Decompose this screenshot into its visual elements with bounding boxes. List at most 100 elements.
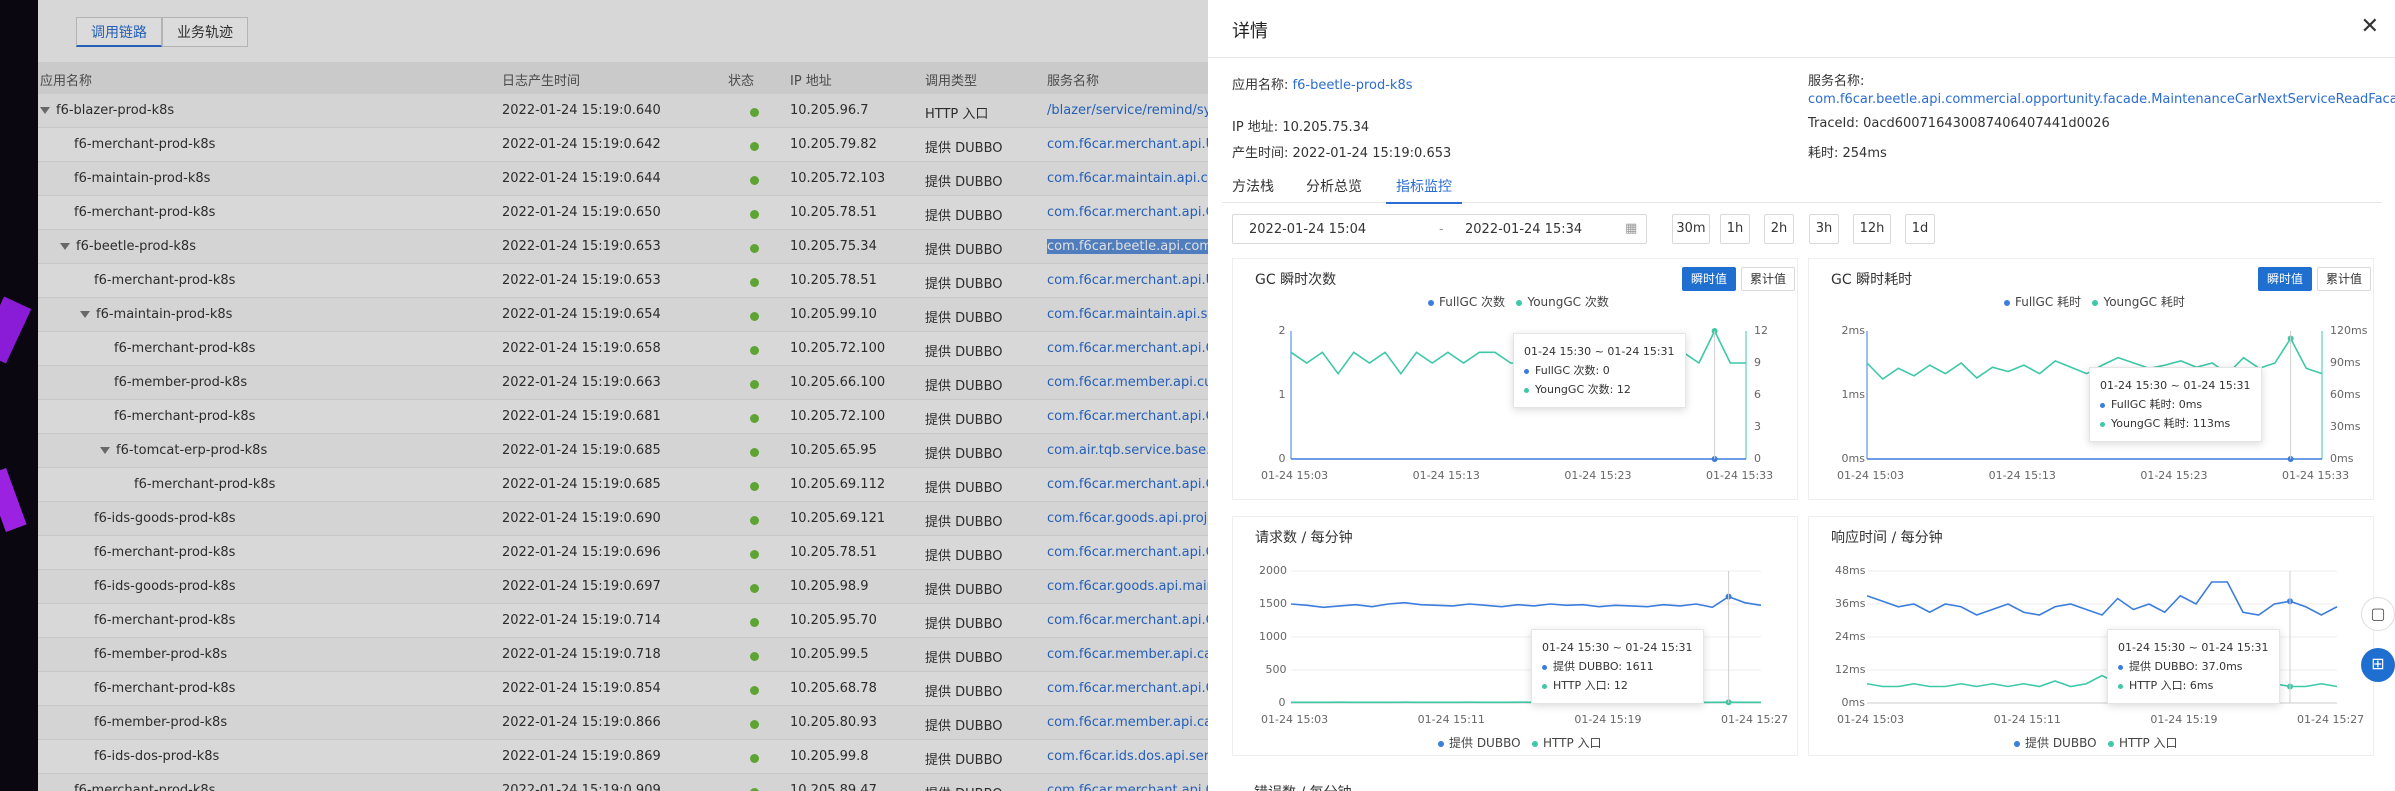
tooltip-line: YoungGC 耗时: 113ms [2100,414,2251,433]
legend-item[interactable]: 提供 DUBBO [2014,736,2097,750]
tooltip-title: 01-24 15:30 ~ 01-24 15:31 [1524,345,1675,358]
y-tick-label-right: 12 [1754,324,1768,337]
legend-item[interactable]: YoungGC 次数 [1516,295,1609,309]
legend-item[interactable]: 提供 DUBBO [1438,736,1521,750]
y-tick-label: 0ms [1841,696,1865,709]
x-tick-label: 01-24 15:27 [2297,713,2365,726]
quick-1d-button[interactable]: 1d [1905,214,1935,244]
close-icon[interactable]: ✕ [2361,14,2379,39]
tooltip-title: 01-24 15:30 ~ 01-24 15:31 [2100,379,2251,392]
y-tick-label-right: 9 [1754,356,1761,369]
quick-3h-button[interactable]: 3h [1809,214,1839,244]
legend-item[interactable]: FullGC 耗时 [2004,295,2081,309]
x-tick-label: 01-24 15:19 [2150,713,2218,726]
detail-drawer: 详情 ✕ 应用名称: f6-beetle-prod-k8s IP 地址: 10.… [1208,0,2395,791]
cumulative-value-button[interactable]: 累计值 [2317,267,2372,291]
y-tick-label-right: 90ms [2330,356,2361,369]
range-start[interactable]: 2022-01-24 15:04 [1249,222,1366,237]
chart-legend: 提供 DUBBO HTTP 入口 [1438,734,1602,751]
x-tick-label: 01-24 15:11 [1993,713,2061,726]
feedback-chat-icon[interactable]: ▢ [2361,597,2395,631]
x-tick-label: 01-24 15:03 [1261,713,1329,726]
error-count-title: 错误数 / 每分钟 [1254,782,1352,791]
cumulative-value-button[interactable]: 累计值 [1741,267,1796,291]
traceid-info: TraceId: 0acd600716430087406407441d0026 [1808,116,2110,131]
tooltip-title: 01-24 15:30 ~ 01-24 15:31 [2118,641,2269,654]
y-tick-label-right: 120ms [2330,324,2368,337]
response-time-panel: 响应时间 / 每分钟 提供 DUBBO HTTP 入口 0ms 12ms 24ms 3… [1808,516,2374,756]
chart-tooltip: 01-24 15:30 ~ 01-24 15:31 FullGC 次数: 0 You… [1513,333,1686,408]
y-tick-label: 2 [1278,324,1286,337]
gc-time-panel: GC 瞬时耗时 瞬时值 累计值 FullGC 耗时 YoungGC 耗时 0ms… [1808,258,2374,500]
app-name-link[interactable]: f6-beetle-prod-k8s [1293,78,1413,93]
app-name-label: 应用名称: [1232,78,1289,93]
legend-item[interactable]: HTTP 入口 [1532,736,1602,750]
y-tick-label: 1ms [1841,388,1865,401]
left-edge-strip [0,0,38,791]
cost-info: 耗时: 254ms [1808,146,1887,161]
legend-item[interactable]: YoungGC 耗时 [2092,295,2185,309]
tooltip-line: HTTP 入口: 6ms [2118,676,2269,695]
y-tick-label-right: 6 [1754,388,1761,401]
app-name-info: 应用名称: f6-beetle-prod-k8s [1232,74,1413,93]
tooltip-line: HTTP 入口: 12 [1542,676,1693,695]
chart-title: GC 瞬时耗时 [1831,272,1913,288]
x-tick-label: 01-24 15:23 [2140,469,2208,482]
legend-item[interactable]: HTTP 入口 [2108,736,2178,750]
app-grid-icon[interactable]: ⊞ [2361,648,2395,682]
y-tick-label: 1000 [1259,630,1287,643]
service-name-info: 服务名称: com.f6car.beetle.api.commercial.op… [1808,73,2395,109]
x-tick-label: 01-24 15:11 [1417,713,1485,726]
y-tick-label: 0 [1278,452,1286,465]
y-tick-label: 36ms [1835,597,1866,610]
drawer-title: 详情 [1232,21,1268,42]
x-tick-label: 01-24 15:03 [1837,469,1905,482]
time-info: 产生时间: 2022-01-24 15:19:0.653 [1232,146,1452,161]
instant-value-button[interactable]: 瞬时值 [1682,267,1737,291]
y-tick-label-right: 0ms [2330,452,2354,465]
quick-1h-button[interactable]: 1h [1720,214,1750,244]
y-tick-label: 0 [1278,696,1286,709]
tab-method-stack[interactable]: 方法栈 [1222,176,1284,202]
x-tick-label: 01-24 15:23 [1564,469,1632,482]
x-tick-label: 01-24 15:13 [1988,469,2056,482]
y-tick-label-right: 3 [1754,420,1761,433]
legend-item[interactable]: FullGC 次数 [1428,295,1505,309]
service-name-link[interactable]: com.f6car.beetle.api.commercial.opportun… [1808,92,2395,107]
x-tick-label: 01-24 15:33 [2282,469,2350,482]
y-tick-label: 2000 [1259,564,1287,577]
calendar-icon[interactable]: ▦ [1625,221,1637,236]
ip-info: IP 地址: 10.205.75.34 [1232,120,1370,135]
detail-subtabs: 方法栈 分析总览 指标监控 [1222,172,2382,204]
instant-value-button[interactable]: 瞬时值 [2258,267,2313,291]
tooltip-line: 提供 DUBBO: 1611 [1542,657,1693,676]
chart-title: 响应时间 / 每分钟 [1831,530,1943,546]
series-line-提供 DUBBO [1866,581,2338,616]
chart-legend: 提供 DUBBO HTTP 入口 [2014,734,2178,751]
y-tick-label-right: 0 [1754,452,1761,465]
quick-30m-button[interactable]: 30m [1672,214,1710,244]
y-tick-label: 24ms [1835,630,1866,643]
x-tick-label: 01-24 15:13 [1412,469,1480,482]
chart-legend: FullGC 次数 YoungGC 次数 [1428,293,1609,310]
y-tick-label: 0ms [1841,452,1865,465]
range-separator: - [1439,222,1444,237]
quick-2h-button[interactable]: 2h [1764,214,1794,244]
y-tick-label: 500 [1265,663,1287,676]
y-tick-label: 2ms [1841,324,1865,337]
requests-panel: 请求数 / 每分钟 提供 DUBBO HTTP 入口 0 500 1000 1500 2… [1232,516,1798,756]
tooltip-title: 01-24 15:30 ~ 01-24 15:31 [1542,641,1693,654]
tab-analysis-overview[interactable]: 分析总览 [1296,176,1372,202]
tooltip-line: 提供 DUBBO: 37.0ms [2118,657,2269,676]
x-tick-label: 01-24 15:19 [1574,713,1642,726]
chart-legend: FullGC 耗时 YoungGC 耗时 [2004,293,2185,310]
modal-mask[interactable] [38,0,1208,791]
y-tick-label: 1500 [1259,597,1287,610]
range-end[interactable]: 2022-01-24 15:34 [1465,222,1582,237]
time-range-picker[interactable]: 2022-01-24 15:04 - 2022-01-24 15:34 ▦ [1232,214,1647,244]
quick-12h-button[interactable]: 12h [1853,214,1891,244]
series-line-提供 DUBBO [1290,595,1762,609]
chart-tooltip: 01-24 15:30 ~ 01-24 15:31 提供 DUBBO: 37.0m… [2107,629,2280,704]
chart-title: 请求数 / 每分钟 [1255,530,1353,546]
tab-metrics-monitor[interactable]: 指标监控 [1386,176,1462,204]
